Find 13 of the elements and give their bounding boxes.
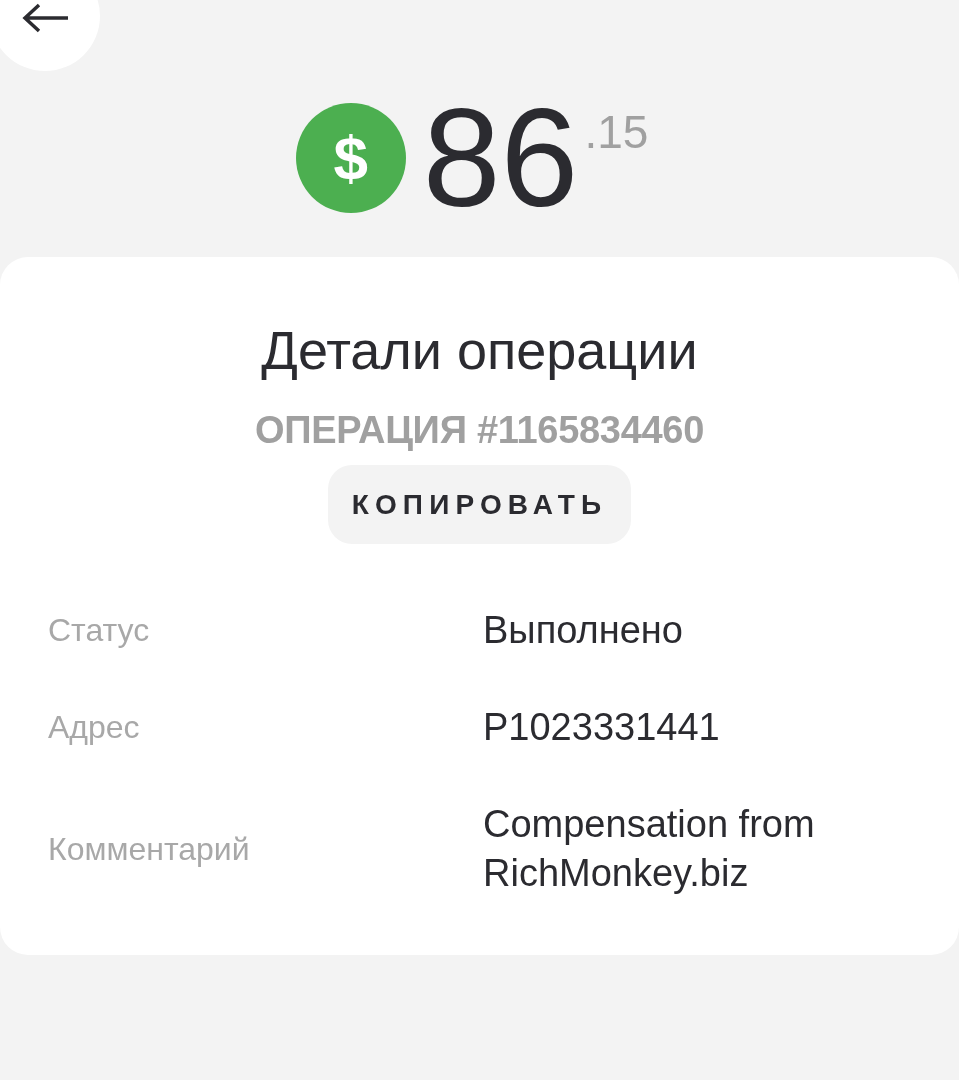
operation-number: ОПЕРАЦИЯ #1165834460 — [255, 407, 704, 453]
card-title: Детали операции — [261, 319, 698, 382]
dollar-icon: $ — [295, 103, 406, 213]
field-value: P1023331441 — [483, 705, 721, 751]
field-label: Статус — [48, 611, 151, 651]
field-label: Комментарий — [48, 829, 251, 869]
field-label: Адрес — [48, 708, 141, 748]
amount-cents: .15 — [584, 109, 649, 155]
copy-button[interactable]: КОПИРОВАТЬ — [327, 465, 632, 545]
field-value: Выполнено — [483, 608, 684, 654]
field-value: Compensation from RichMonkey.biz — [483, 802, 816, 897]
amount-value: 86 — [422, 88, 579, 228]
back-arrow-icon — [22, 3, 68, 33]
